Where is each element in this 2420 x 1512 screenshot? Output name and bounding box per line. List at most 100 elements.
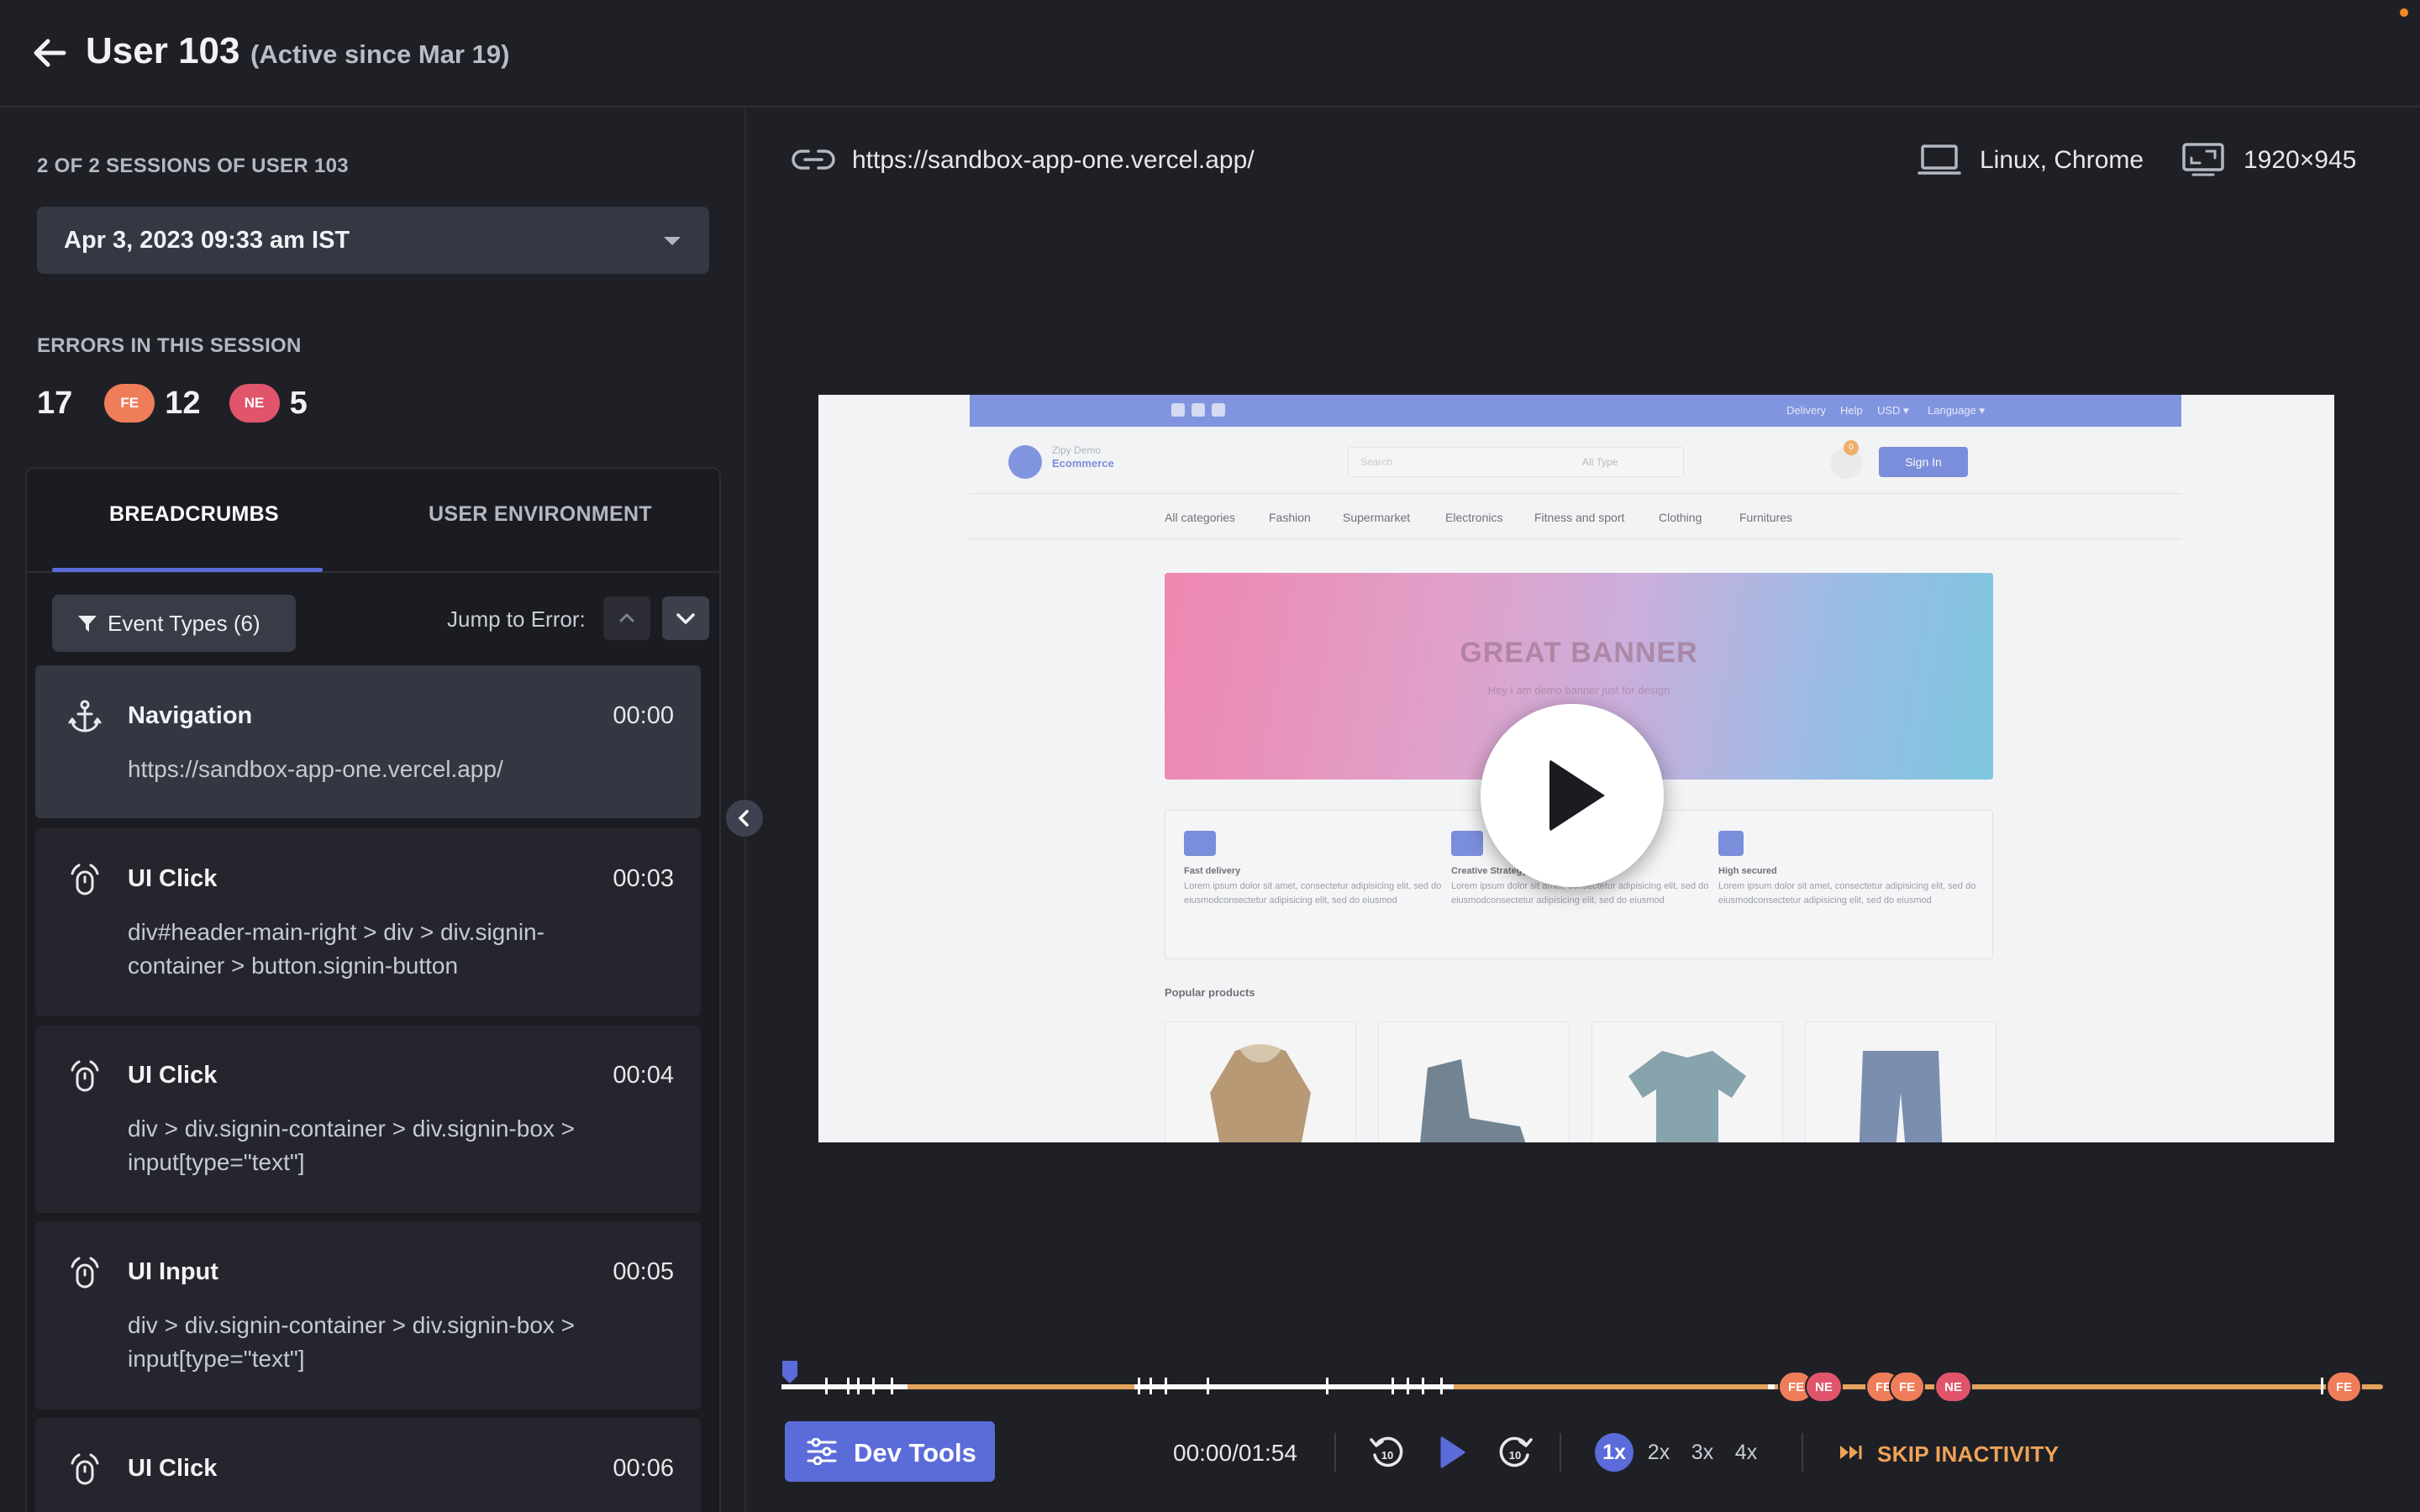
active-tab-indicator	[52, 568, 323, 572]
play-overlay-button[interactable]	[1481, 704, 1664, 887]
svg-text:10: 10	[1509, 1449, 1521, 1462]
notification-dot	[2400, 8, 2408, 17]
environment-info: Linux, Chrome	[1980, 146, 2144, 174]
collapse-sidebar-button[interactable]	[724, 798, 765, 838]
fe-count: 12	[165, 385, 201, 421]
controls-divider	[1802, 1433, 1803, 1472]
speed-4x-button[interactable]: 4x	[1731, 1433, 1761, 1472]
sliders-icon	[807, 1438, 837, 1465]
breadcrumb-title: UI Click	[128, 865, 218, 892]
session-select-value: Apr 3, 2023 09:33 am IST	[64, 227, 350, 254]
timeline-error-badge[interactable]: NE	[1934, 1371, 1972, 1403]
timeline-event-tick	[847, 1378, 850, 1394]
breadcrumb-item[interactable]: UI Input 00:05 div > div.signin-containe…	[35, 1221, 701, 1410]
timeline-track	[781, 1384, 2383, 1389]
caret-down-icon	[664, 237, 681, 245]
timeline-event-tick	[857, 1378, 860, 1394]
filter-icon	[78, 616, 97, 632]
timeline-event-tick	[1207, 1378, 1209, 1394]
timeline-event-tick	[1392, 1378, 1394, 1394]
timeline-active-segment	[1768, 1384, 1775, 1389]
speed-2x-button[interactable]: 2x	[1644, 1433, 1674, 1472]
breadcrumb-title: Navigation	[128, 702, 253, 729]
breadcrumb-detail: div > div.signin-container > div.signin-…	[128, 1116, 576, 1175]
error-summary: 17 FE 12 NE 5	[37, 381, 336, 425]
anchor-icon	[68, 700, 102, 732]
event-types-filter-button[interactable]: Event Types (6)	[52, 595, 296, 652]
page-title: User 103	[86, 30, 240, 71]
breadcrumb-time: 00:04	[613, 1062, 674, 1089]
breadcrumb-detail: div > div.signin-container > div.signin-…	[128, 1312, 576, 1372]
error-total: 17	[37, 385, 73, 421]
breadcrumb-detail: https://sandbox-app-one.vercel.app/	[128, 756, 503, 782]
tab-bar: BREADCRUMBS USER ENVIRONMENT	[27, 469, 719, 573]
fe-badge: FE	[104, 384, 155, 423]
dev-tools-label: Dev Tools	[854, 1438, 976, 1467]
rewind-10-icon[interactable]: 10	[1368, 1433, 1407, 1472]
breadcrumb-time: 00:00	[613, 702, 674, 729]
tab-user-environment[interactable]: USER ENVIRONMENT	[429, 502, 652, 527]
jump-previous-error-button[interactable]	[603, 596, 650, 640]
errors-label: ERRORS IN THIS SESSION	[37, 334, 302, 357]
breadcrumb-item[interactable]: UI Click 00:04 div > div.signin-containe…	[35, 1025, 701, 1213]
breadcrumb-item[interactable]: UI Click 00:06	[35, 1418, 701, 1512]
play-icon[interactable]	[1432, 1433, 1470, 1472]
fast-forward-icon	[1840, 1446, 1862, 1459]
speed-3x-button[interactable]: 3x	[1687, 1433, 1718, 1472]
link-icon	[792, 150, 835, 170]
jump-next-error-button[interactable]	[662, 596, 709, 640]
breadcrumb-title: UI Click	[128, 1062, 218, 1089]
timeline-event-tick	[1440, 1378, 1443, 1394]
timeline-event-tick	[1422, 1378, 1424, 1394]
chevron-down-icon	[676, 613, 695, 624]
sessions-label: 2 OF 2 SESSIONS OF USER 103	[37, 155, 349, 177]
timeline-event-tick	[825, 1378, 828, 1394]
session-select[interactable]: Apr 3, 2023 09:33 am IST	[37, 207, 709, 274]
timeline-event-tick	[1326, 1378, 1328, 1394]
mouse-click-icon	[71, 864, 99, 895]
timeline-error-badge[interactable]: FE	[2326, 1371, 2363, 1403]
svg-text:10: 10	[1381, 1449, 1393, 1462]
timeline-event-tick	[1150, 1378, 1152, 1394]
breadcrumb-time: 00:06	[613, 1455, 674, 1482]
timeline-error-badge[interactable]: FE	[1889, 1371, 1926, 1403]
chevron-left-icon	[739, 810, 749, 827]
back-arrow-icon[interactable]	[30, 34, 69, 72]
replay-timeline[interactable]: FE NE FE FE NE FE	[781, 1361, 2386, 1411]
controls-divider	[1560, 1433, 1561, 1472]
mouse-click-icon	[71, 1453, 99, 1485]
timeline-error-badge[interactable]: NE	[1805, 1371, 1843, 1403]
tab-breadcrumbs[interactable]: BREADCRUMBS	[109, 502, 279, 527]
breadcrumb-time: 00:03	[613, 865, 674, 892]
replay-url: https://sandbox-app-one.vercel.app/	[852, 146, 1255, 174]
mouse-click-icon	[71, 1257, 99, 1289]
timeline-event-tick	[1165, 1378, 1167, 1394]
session-replay-app: User 103 (Active since Mar 19) 2 OF 2 SE…	[0, 0, 2420, 1512]
timeline-event-tick	[872, 1378, 875, 1394]
session-sidebar: 2 OF 2 SESSIONS OF USER 103 Apr 3, 2023 …	[0, 109, 746, 1512]
speed-1x-button[interactable]: 1x	[1595, 1433, 1634, 1472]
dev-tools-button[interactable]: Dev Tools	[785, 1421, 995, 1482]
page-header: User 103 (Active since Mar 19)	[0, 0, 2420, 108]
breadcrumb-item[interactable]: Navigation 00:00 https://sandbox-app-one…	[35, 665, 701, 818]
resolution-info: 1920×945	[2244, 146, 2357, 174]
event-types-label: Event Types (6)	[108, 611, 260, 636]
timeline-active-segment	[781, 1384, 908, 1389]
playback-time: 00:00/01:54	[1173, 1440, 1297, 1466]
laptop-icon	[1918, 144, 1961, 175]
breadcrumb-time: 00:05	[613, 1258, 674, 1285]
breadcrumb-list: Navigation 00:00 https://sandbox-app-one…	[35, 665, 714, 1512]
timeline-active-segment	[1134, 1384, 1454, 1389]
controls-divider	[1334, 1433, 1336, 1472]
chevron-up-icon	[619, 613, 634, 622]
breadcrumb-item[interactable]: UI Click 00:03 div#header-main-right > d…	[35, 828, 701, 1016]
timeline-playhead[interactable]	[781, 1361, 798, 1384]
breadcrumb-detail: div#header-main-right > div > div.signin…	[128, 919, 544, 979]
skip-inactivity-label: SKIP INACTIVITY	[1877, 1441, 2060, 1467]
forward-10-icon[interactable]: 10	[1496, 1433, 1534, 1472]
timeline-event-tick	[1138, 1378, 1140, 1394]
breadcrumb-title: UI Click	[128, 1455, 218, 1482]
page-subtitle: (Active since Mar 19)	[250, 39, 510, 69]
player-controls: Dev Tools 00:00/01:54 10 10 1x 2x 3x 4x	[785, 1421, 2398, 1485]
breadcrumbs-panel: BREADCRUMBS USER ENVIRONMENT Event Types…	[25, 467, 721, 1512]
